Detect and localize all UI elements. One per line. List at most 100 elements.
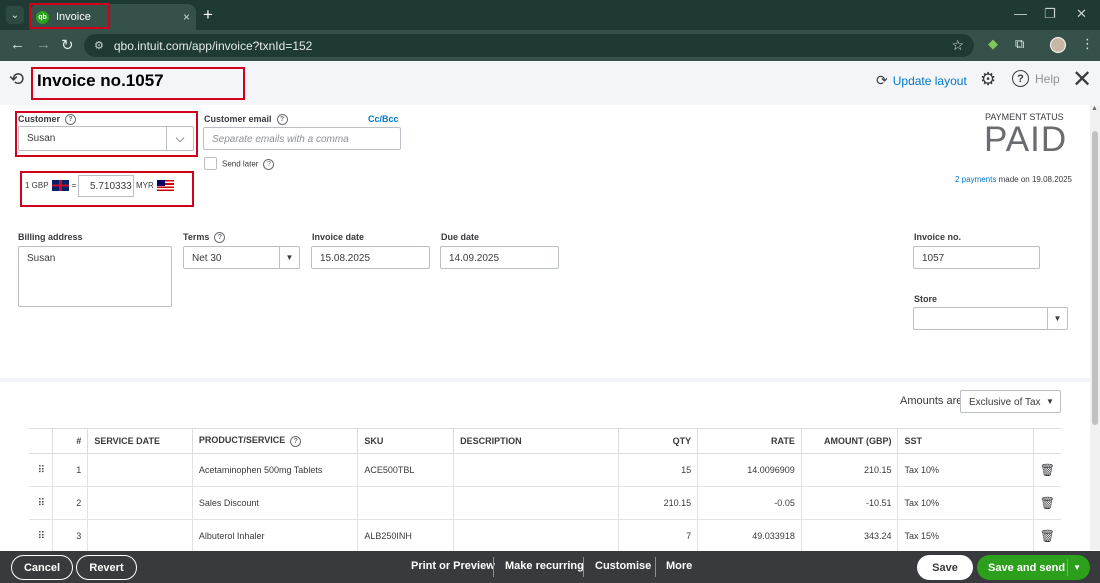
- amounts-are-select[interactable]: Exclusive of Tax ▼: [960, 390, 1061, 413]
- customise-button[interactable]: Customise: [595, 560, 651, 572]
- column-header-product: PRODUCT/SERVICE?: [192, 428, 359, 454]
- caret-down-icon[interactable]: ▼: [1047, 308, 1067, 329]
- row-tax[interactable]: Tax 15%: [897, 519, 1034, 553]
- print-preview-button[interactable]: Print or Preview: [411, 560, 495, 572]
- drag-column-header: [29, 428, 54, 454]
- row-amount[interactable]: 210.15: [801, 453, 899, 487]
- url-bar[interactable]: ⚙ qbo.intuit.com/app/invoice?txnId=152 ☆: [84, 34, 974, 57]
- more-button[interactable]: More: [666, 560, 692, 572]
- save-and-send-button[interactable]: Save and send ▼: [977, 555, 1090, 580]
- forward-icon[interactable]: →: [36, 36, 51, 53]
- row-product[interactable]: Albuterol Inhaler: [192, 519, 359, 553]
- cancel-button[interactable]: Cancel: [11, 555, 73, 580]
- terms-label: Terms?: [183, 232, 226, 244]
- row-service-date[interactable]: [87, 519, 193, 553]
- reload-icon[interactable]: ↻: [61, 36, 74, 54]
- invoice-date-input[interactable]: 15.08.2025: [311, 246, 430, 269]
- help-icon[interactable]: ?: [290, 435, 302, 447]
- scroll-up-icon[interactable]: ▲: [1091, 105, 1098, 112]
- row-tax[interactable]: Tax 10%: [897, 453, 1034, 487]
- window-close-icon[interactable]: ✕: [1076, 6, 1087, 22]
- help-icon[interactable]: ?: [276, 114, 288, 126]
- caret-down-icon[interactable]: ▼: [1073, 563, 1081, 572]
- payments-link[interactable]: 2 payments: [955, 175, 996, 184]
- page-scrollbar[interactable]: ▲: [1090, 105, 1100, 550]
- row-sku[interactable]: ACE500TBL: [357, 453, 455, 487]
- table-row[interactable]: ⠿ 1 Acetaminophen 500mg Tablets ACE500TB…: [29, 453, 1061, 487]
- revert-button[interactable]: Revert: [76, 555, 137, 580]
- help-button[interactable]: ? Help: [1012, 70, 1060, 87]
- row-qty[interactable]: 210.15: [618, 486, 699, 520]
- browser-tab-bar: ⌄ qb Invoice × + — ❐ ✕: [0, 0, 1100, 30]
- update-layout-button[interactable]: ⟳ Update layout: [876, 72, 967, 89]
- table-row[interactable]: ⠿ 2 Sales Discount 210.15 -0.05 -10.51 T…: [29, 486, 1061, 520]
- row-rate[interactable]: 49.033918: [697, 519, 802, 553]
- row-description[interactable]: [453, 486, 620, 520]
- tab-search-icon[interactable]: ⌄: [6, 6, 24, 24]
- drag-handle-icon[interactable]: ⠿: [29, 519, 54, 553]
- invoice-no-input[interactable]: 1057: [913, 246, 1040, 269]
- back-icon[interactable]: ←: [10, 36, 25, 53]
- row-tax[interactable]: Tax 10%: [897, 486, 1034, 520]
- row-amount[interactable]: -10.51: [801, 486, 899, 520]
- payments-date: made on 19.08.2025: [998, 175, 1072, 184]
- help-icon[interactable]: ?: [263, 159, 275, 170]
- invoice-date-value: 15.08.2025: [320, 253, 371, 264]
- store-select[interactable]: ▼: [913, 307, 1068, 330]
- scroll-thumb[interactable]: [1092, 131, 1098, 425]
- caret-down-icon[interactable]: ▼: [279, 247, 299, 268]
- minimize-icon[interactable]: —: [1014, 6, 1027, 21]
- trash-icon[interactable]: 🗑: [1033, 519, 1061, 553]
- send-later-label: Send later?: [222, 159, 275, 170]
- billing-address-input[interactable]: Susan: [18, 246, 172, 307]
- row-description[interactable]: [453, 453, 620, 487]
- terms-select[interactable]: Net 30 ▼: [183, 246, 300, 269]
- recent-history-icon[interactable]: ⟲: [9, 69, 24, 90]
- caret-down-icon[interactable]: ▼: [1040, 391, 1060, 412]
- row-description[interactable]: [453, 519, 620, 553]
- make-recurring-button[interactable]: Make recurring: [505, 560, 584, 572]
- gear-icon[interactable]: ⚙: [980, 69, 996, 90]
- footer-divider: [583, 557, 584, 577]
- row-product[interactable]: Acetaminophen 500mg Tablets: [192, 453, 359, 487]
- profile-avatar[interactable]: [1050, 37, 1066, 53]
- refresh-icon: ⟳: [876, 72, 888, 88]
- tab-close-icon[interactable]: ×: [183, 10, 190, 24]
- payment-status-value: PAID: [984, 120, 1068, 159]
- highlight-exchange-box: [20, 171, 194, 207]
- table-row[interactable]: ⠿ 3 Albuterol Inhaler ALB250INH 7 49.033…: [29, 519, 1061, 553]
- row-service-date[interactable]: [87, 453, 193, 487]
- site-info-icon[interactable]: ⚙: [94, 39, 104, 52]
- cc-bcc-link[interactable]: Cc/Bcc: [368, 114, 399, 124]
- help-icon[interactable]: ?: [214, 232, 226, 244]
- trash-icon[interactable]: 🗑: [1033, 486, 1061, 520]
- send-later-checkbox[interactable]: [204, 157, 217, 170]
- delete-column-header: [1033, 428, 1061, 454]
- new-tab-icon[interactable]: +: [203, 5, 213, 25]
- drag-handle-icon[interactable]: ⠿: [29, 453, 54, 487]
- trash-icon[interactable]: 🗑: [1033, 453, 1061, 487]
- footer-divider: [655, 557, 656, 577]
- restore-icon[interactable]: ❐: [1044, 6, 1056, 22]
- extension-icon[interactable]: ◆: [988, 36, 998, 52]
- row-qty[interactable]: 7: [618, 519, 699, 553]
- row-service-date[interactable]: [87, 486, 193, 520]
- save-button[interactable]: Save: [917, 555, 973, 580]
- row-product[interactable]: Sales Discount: [192, 486, 359, 520]
- row-rate[interactable]: -0.05: [697, 486, 802, 520]
- row-sku[interactable]: ALB250INH: [357, 519, 455, 553]
- row-rate[interactable]: 14.0096909: [697, 453, 802, 487]
- drag-handle-icon[interactable]: ⠿: [29, 486, 54, 520]
- row-qty[interactable]: 15: [618, 453, 699, 487]
- customer-email-input[interactable]: Separate emails with a comma: [203, 127, 401, 150]
- due-date-input[interactable]: 14.09.2025: [440, 246, 559, 269]
- column-header-description: DESCRIPTION: [453, 428, 620, 454]
- browser-menu-icon[interactable]: ⋮: [1081, 36, 1094, 52]
- row-sku[interactable]: [357, 486, 455, 520]
- column-header-sku: SKU: [357, 428, 455, 454]
- bookmark-star-icon[interactable]: ☆: [951, 37, 964, 54]
- extensions-puzzle-icon[interactable]: ⧉: [1015, 36, 1024, 52]
- close-icon[interactable]: ✕: [1072, 65, 1092, 94]
- row-amount[interactable]: 343.24: [801, 519, 899, 553]
- address-bar-row: ← → ↻ ⚙ qbo.intuit.com/app/invoice?txnId…: [0, 30, 1100, 61]
